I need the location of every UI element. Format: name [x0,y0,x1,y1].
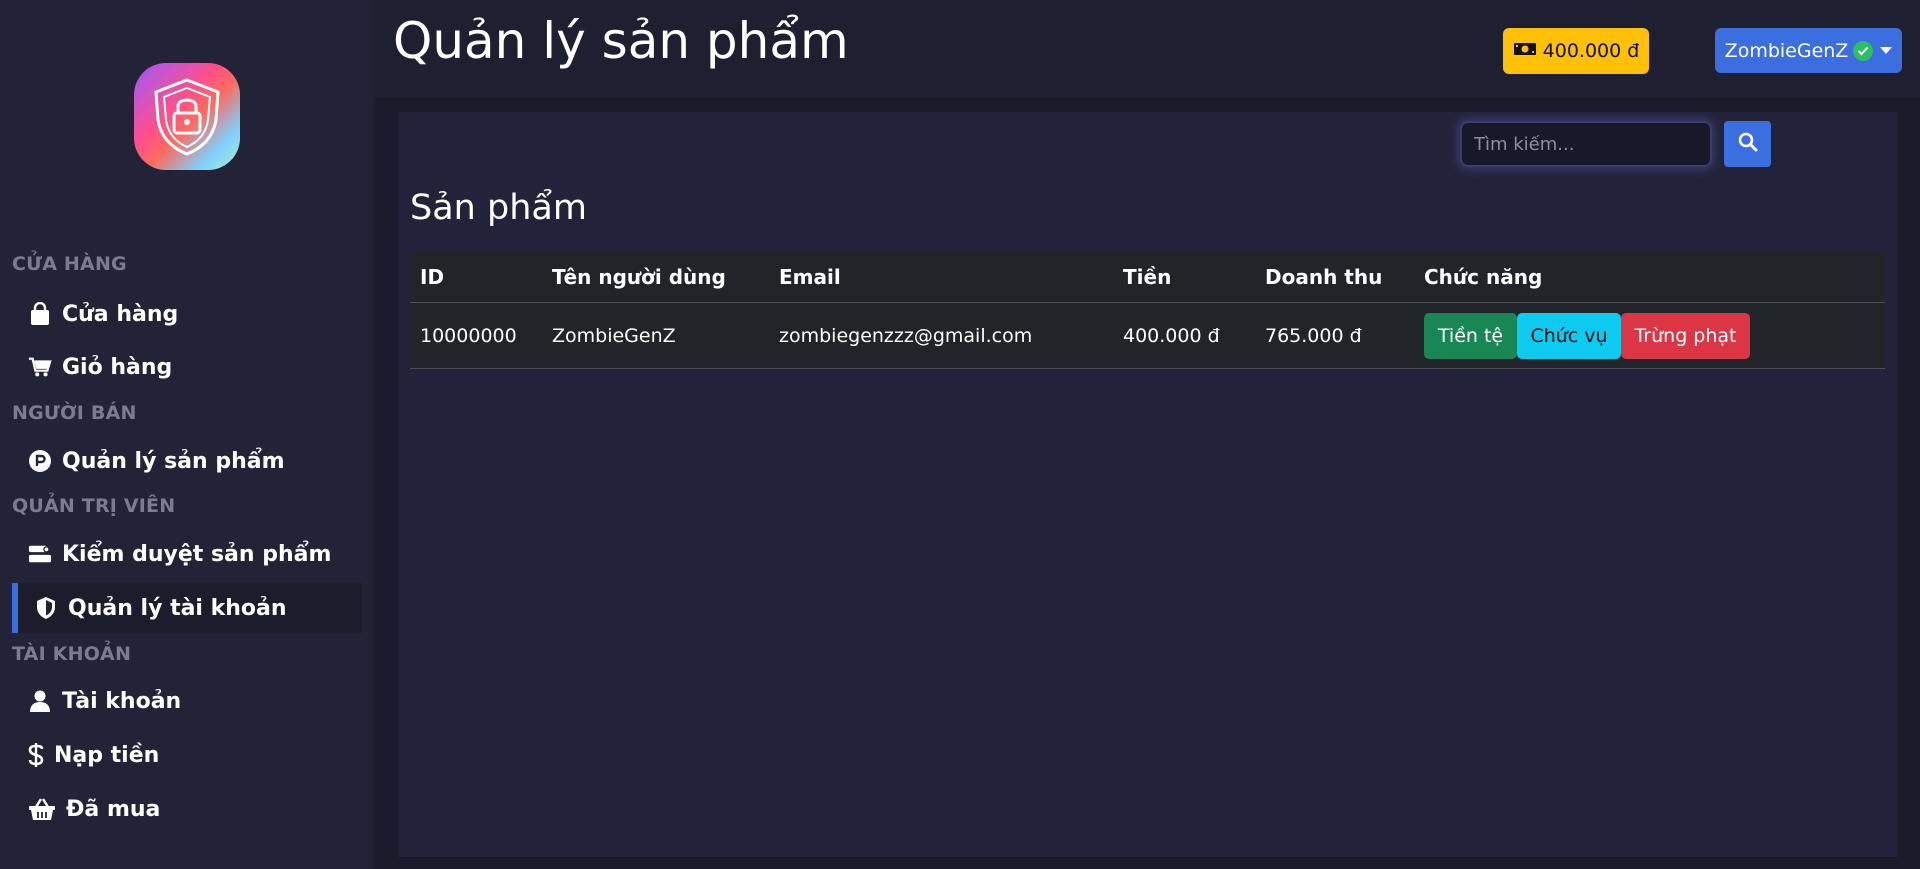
role-button[interactable]: Chức vụ [1517,312,1621,359]
penalty-button[interactable]: Trừng phạt [1621,312,1750,359]
cell-id: 10000000 [420,324,517,347]
money-icon [1513,40,1537,62]
column-header-revenue: Doanh thu [1265,265,1383,289]
sidebar-item-product-management[interactable]: Quản lý sản phẩm [12,436,362,486]
sidebar-item-cart[interactable]: Giỏ hàng [12,342,362,392]
accounts-table: ID Tên người dùng Email Tiền Doanh thu C… [410,252,1885,369]
cell-money: 400.000 đ [1123,324,1220,347]
table-header: ID Tên người dùng Email Tiền Doanh thu C… [410,252,1885,303]
sidebar-item-label: Đã mua [66,796,161,822]
sidebar-item-store[interactable]: Cửa hàng [12,289,362,339]
sidebar-section-seller: NGƯỜI BÁN [12,402,137,424]
sidebar-item-account[interactable]: Tài khoản [12,676,362,726]
table-row: 10000000 ZombieGenZ zombiegenzzz@gmail.c… [410,303,1885,369]
section-heading: Sản phẩm [410,188,587,228]
balance-amount: 400.000 đ [1542,40,1640,62]
basket-icon [28,797,56,821]
column-header-actions: Chức năng [1424,265,1543,289]
sidebar-section-admin: QUẢN TRỊ VIÊN [12,495,176,517]
sidebar-item-label: Cửa hàng [62,301,179,327]
shopping-bag-icon [28,302,52,326]
cell-revenue: 765.000 đ [1265,324,1362,347]
sidebar-item-label: Giỏ hàng [62,354,173,380]
sidebar-item-label: Quản lý sản phẩm [62,448,285,474]
sidebar-item-purchased[interactable]: Đã mua [12,784,362,834]
column-header-money: Tiền [1123,265,1172,289]
page-title: Quản lý sản phẩm [393,12,849,70]
sidebar-section-account: TÀI KHOẢN [12,643,132,665]
column-header-id: ID [420,265,445,289]
dollar-icon [28,743,44,767]
app-logo[interactable] [134,63,240,170]
search-input[interactable] [1460,121,1712,167]
sidebar-item-label: Kiểm duyệt sản phẩm [62,541,332,567]
product-circle-icon [28,449,52,473]
cart-icon [28,355,52,379]
cell-actions: Tiền tệ Chức vụ Trừng phạt [1424,312,1885,359]
shield-icon [34,596,58,620]
moderation-icon [28,542,52,566]
sidebar-item-account-management[interactable]: Quản lý tài khoản [12,583,362,633]
username: ZombieGenZ [1724,39,1849,62]
content-panel [398,112,1898,857]
user-icon [28,689,52,713]
user-menu-button[interactable]: ZombieGenZ [1715,28,1902,73]
verified-check-icon [1853,40,1874,61]
currency-button[interactable]: Tiền tệ [1424,312,1517,359]
sidebar: CỬA HÀNG Cửa hàng Giỏ hàng NGƯỜI BÁN Quả… [0,0,372,869]
cell-email: zombiegenzzz@gmail.com [779,324,1033,347]
sidebar-item-label: Nạp tiền [54,742,160,768]
sidebar-item-moderation[interactable]: Kiểm duyệt sản phẩm [12,529,362,579]
sidebar-section-store: CỬA HÀNG [12,253,127,275]
search-icon [1738,132,1758,156]
balance-button[interactable]: 400.000 đ [1503,28,1649,74]
sidebar-item-deposit[interactable]: Nạp tiền [12,730,362,780]
cell-username: ZombieGenZ [552,324,676,347]
chevron-down-icon [1880,47,1893,54]
search-button[interactable] [1724,121,1771,167]
sidebar-item-label: Quản lý tài khoản [68,595,287,621]
column-header-email: Email [779,265,841,289]
column-header-username: Tên người dùng [552,265,726,289]
sidebar-item-label: Tài khoản [62,688,182,714]
